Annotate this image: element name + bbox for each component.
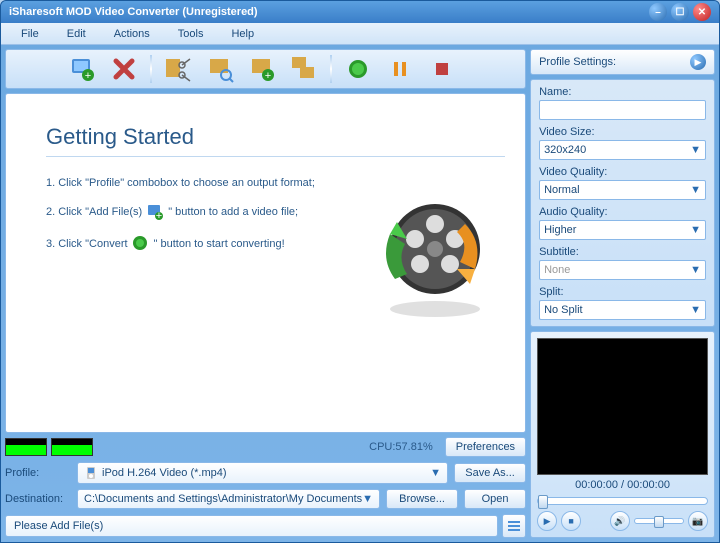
stop-icon <box>434 61 450 77</box>
browse-button[interactable]: Browse... <box>386 489 458 509</box>
content: + + Getting Started 1. Click "Profile" c… <box>1 45 719 542</box>
left-pane: + + Getting Started 1. Click "Profile" c… <box>1 45 530 542</box>
menu-file[interactable]: File <box>7 25 53 43</box>
cut-button[interactable] <box>162 53 194 85</box>
stop-preview-button[interactable]: ■ <box>561 511 581 531</box>
getting-started-heading: Getting Started <box>46 124 505 157</box>
svg-text:+: + <box>85 70 91 82</box>
toolbar-separator <box>330 55 332 83</box>
video-size-combobox[interactable]: 320x240▼ <box>539 140 706 160</box>
chevron-down-icon: ▼ <box>690 144 701 156</box>
audio-quality-combobox[interactable]: Higher▼ <box>539 220 706 240</box>
destination-row: Destination: C:\Documents and Settings\A… <box>5 489 526 509</box>
merge-icon <box>290 55 318 83</box>
split-combobox[interactable]: No Split▼ <box>539 300 706 320</box>
film-reel-graphic <box>355 184 495 324</box>
preview-seek-slider[interactable] <box>537 497 708 505</box>
scissors-icon <box>164 55 192 83</box>
close-button[interactable]: ✕ <box>693 3 711 21</box>
list-icon <box>507 519 521 533</box>
name-label: Name: <box>539 86 706 98</box>
profile-settings-label: Profile Settings: <box>539 56 616 68</box>
stop-button[interactable] <box>426 53 458 85</box>
add-file-button[interactable]: + <box>66 53 98 85</box>
crop-button[interactable] <box>204 53 236 85</box>
audio-quality-label: Audio Quality: <box>539 206 706 218</box>
profile-settings-header: Profile Settings: ▶ <box>530 49 715 75</box>
status-text: Please Add File(s) <box>5 515 498 537</box>
save-as-button[interactable]: Save As... <box>454 463 526 483</box>
split-label: Split: <box>539 286 706 298</box>
preview-time: 00:00:00 / 00:00:00 <box>537 475 708 495</box>
status-row: Please Add File(s) <box>5 514 526 538</box>
cpu-bars <box>5 438 93 456</box>
menu-edit[interactable]: Edit <box>53 25 100 43</box>
convert-button[interactable] <box>342 53 374 85</box>
chevron-down-icon: ▼ <box>690 184 701 196</box>
video-quality-combobox[interactable]: Normal▼ <box>539 180 706 200</box>
profile-settings-panel: Name: Video Size: 320x240▼ Video Quality… <box>530 79 715 327</box>
ipod-icon <box>84 466 98 480</box>
open-button[interactable]: Open <box>464 489 526 509</box>
cpu-bar <box>5 438 47 456</box>
minimize-button[interactable]: – <box>649 3 667 21</box>
pause-button[interactable] <box>384 53 416 85</box>
preview-panel: 00:00:00 / 00:00:00 ▶ ■ 🔊 📷 <box>530 331 715 538</box>
video-quality-label: Video Quality: <box>539 166 706 178</box>
profile-combobox[interactable]: iPod H.264 Video (*.mp4) ▼ <box>77 462 448 484</box>
remove-icon <box>112 57 136 81</box>
status-list-button[interactable] <box>502 514 526 538</box>
maximize-button[interactable]: ☐ <box>671 3 689 21</box>
chevron-down-icon: ▼ <box>430 467 441 479</box>
toolbar: + + <box>5 49 526 89</box>
play-button[interactable]: ▶ <box>537 511 557 531</box>
crop-icon <box>206 55 234 83</box>
convert-icon <box>348 59 368 79</box>
cpu-bar <box>51 438 93 456</box>
app-window: iSharesoft MOD Video Converter (Unregist… <box>0 0 720 543</box>
window-controls: – ☐ ✕ <box>649 3 711 21</box>
video-size-label: Video Size: <box>539 126 706 138</box>
remove-button[interactable] <box>108 53 140 85</box>
volume-slider[interactable] <box>634 518 684 524</box>
cpu-row: CPU:57.81% Preferences <box>5 437 526 457</box>
volume-button[interactable]: 🔊 <box>610 511 630 531</box>
menu-actions[interactable]: Actions <box>100 25 164 43</box>
destination-combobox[interactable]: C:\Documents and Settings\Administrator\… <box>77 489 380 509</box>
cpu-label: CPU:57.81% <box>99 441 439 453</box>
chevron-down-icon: ▼ <box>690 264 701 276</box>
profile-row: Profile: iPod H.264 Video (*.mp4) ▼ Save… <box>5 462 526 484</box>
menu-help[interactable]: Help <box>217 25 268 43</box>
preferences-button[interactable]: Preferences <box>445 437 526 457</box>
chevron-down-icon: ▼ <box>362 493 373 505</box>
destination-label: Destination: <box>5 493 71 505</box>
window-title: iSharesoft MOD Video Converter (Unregist… <box>9 6 649 18</box>
add-file-inline-icon: + <box>146 203 164 221</box>
right-pane: Profile Settings: ▶ Name: Video Size: 32… <box>530 45 719 542</box>
preview-controls: ▶ ■ 🔊 📷 <box>537 511 708 531</box>
titlebar: iSharesoft MOD Video Converter (Unregist… <box>1 1 719 23</box>
preview-screen <box>537 338 708 475</box>
effect-button[interactable]: + <box>246 53 278 85</box>
merge-button[interactable] <box>288 53 320 85</box>
menubar: File Edit Actions Tools Help <box>1 23 719 45</box>
expand-settings-button[interactable]: ▶ <box>690 54 706 70</box>
subtitle-label: Subtitle: <box>539 246 706 258</box>
chevron-down-icon: ▼ <box>690 224 701 236</box>
toolbar-separator <box>150 55 152 83</box>
subtitle-combobox[interactable]: None▼ <box>539 260 706 280</box>
convert-inline-icon <box>132 235 150 253</box>
add-file-icon: + <box>68 55 96 83</box>
profile-label: Profile: <box>5 467 71 479</box>
svg-text:+: + <box>156 210 162 221</box>
menu-tools[interactable]: Tools <box>164 25 218 43</box>
effect-icon: + <box>248 55 276 83</box>
main-view: Getting Started 1. Click "Profile" combo… <box>5 93 526 433</box>
svg-text:+: + <box>265 70 271 82</box>
name-input[interactable] <box>539 100 706 120</box>
pause-icon <box>391 60 409 78</box>
chevron-down-icon: ▼ <box>690 304 701 316</box>
snapshot-button[interactable]: 📷 <box>688 511 708 531</box>
